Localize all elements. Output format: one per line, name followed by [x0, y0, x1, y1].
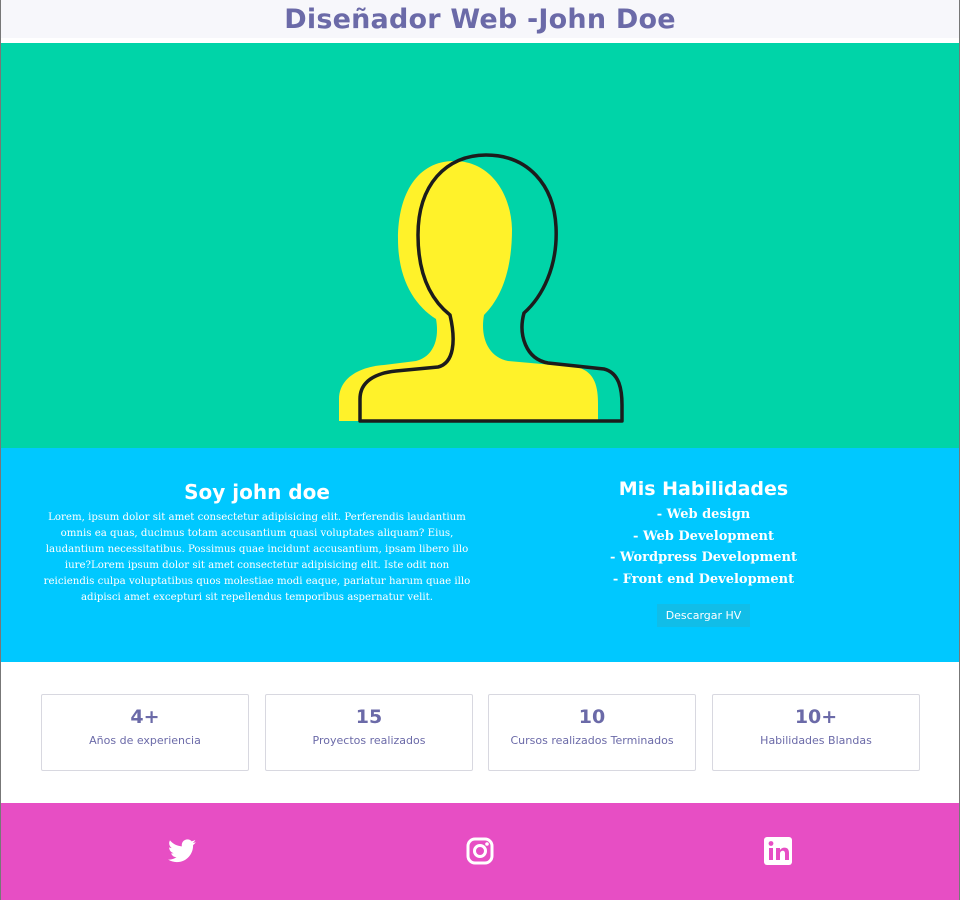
instagram-link[interactable] [465, 836, 495, 866]
about-block: Soy john doe Lorem, ipsum dolor sit amet… [41, 480, 473, 606]
stat-value: 10 [578, 706, 606, 728]
skill-item: - Web design [656, 507, 751, 522]
skills-list: - Web design - Web Development - Wordpre… [591, 504, 816, 590]
about-text: Lorem, ipsum dolor sit amet consectetur … [43, 512, 471, 603]
stat-card: 4+ Años de experiencia [41, 694, 249, 771]
linkedin-link[interactable] [763, 836, 793, 866]
twitter-icon [168, 839, 196, 863]
page-title: Diseñador Web -John Doe [284, 3, 676, 35]
linkedin-icon [764, 837, 792, 865]
user-silhouette-icon [339, 153, 624, 423]
skills-title: Mis Habilidades [618, 478, 789, 500]
skill-item: - Web Development [633, 528, 774, 544]
stat-value: 15 [355, 706, 383, 728]
stat-card: 15 Proyectos realizados [265, 694, 473, 771]
download-cv-button[interactable]: Descargar HV [656, 604, 751, 627]
twitter-link[interactable] [167, 836, 197, 866]
stat-label: Habilidades Blandas [760, 734, 872, 747]
stats-section: 4+ Años de experiencia 15 Proyectos real… [1, 662, 959, 803]
skill-item: - Front end Development [612, 571, 795, 587]
skills-block: Mis Habilidades - Web design - Web Devel… [591, 478, 816, 627]
about-title: Soy john doe [184, 480, 330, 504]
page-header: Diseñador Web -John Doe [1, 0, 959, 38]
hero-section [1, 43, 959, 448]
stat-value: 4+ [130, 706, 160, 728]
skill-item: - Wordpress Development [610, 550, 797, 565]
footer [1, 803, 959, 900]
stat-card: 10+ Habilidades Blandas [712, 694, 920, 771]
stat-label: Años de experiencia [89, 734, 201, 747]
stat-value: 10+ [794, 706, 838, 728]
stat-label: Cursos realizados Terminados [510, 734, 674, 747]
instagram-icon [466, 837, 494, 865]
stat-card: 10 Cursos realizados Terminados [488, 694, 696, 771]
about-section: Soy john doe Lorem, ipsum dolor sit amet… [1, 448, 959, 662]
stat-label: Proyectos realizados [312, 734, 426, 747]
